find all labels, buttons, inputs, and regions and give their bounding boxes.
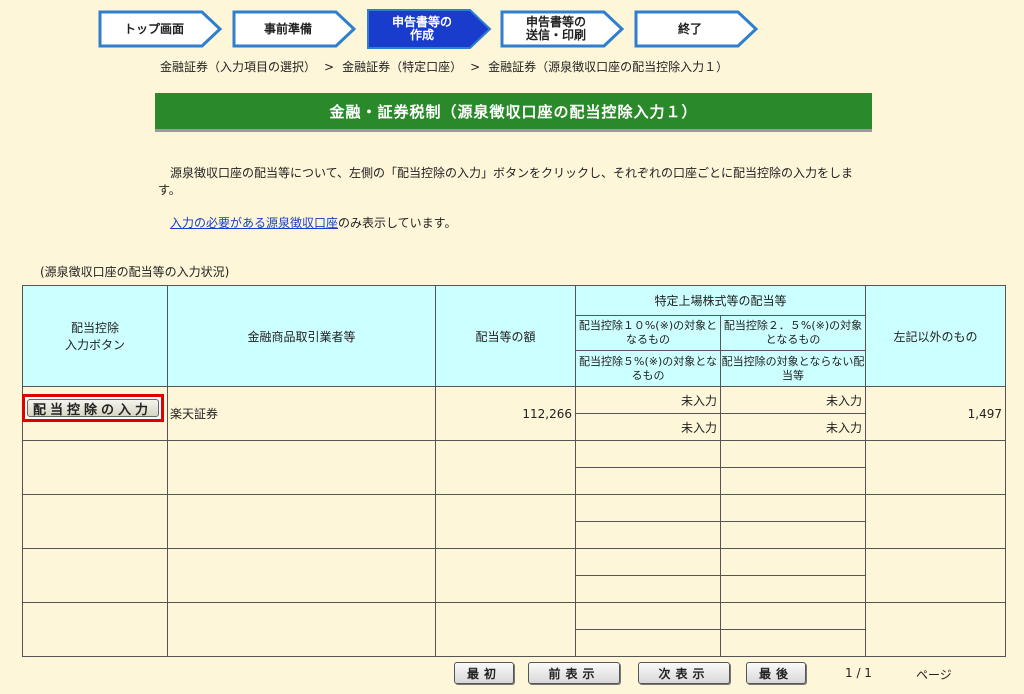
empty-cell [575,602,721,630]
empty-cell [719,629,867,657]
instruction-text: 源泉徴収口座の配当等について、左側の「配当控除の入力」ボタンをクリックし、それぞ… [158,166,854,197]
empty-cell [719,575,867,603]
breadcrumb-separator: > [470,60,481,74]
step-top[interactable]: トップ画面 [98,8,224,50]
empty-cell [22,440,168,495]
empty-cell [719,467,867,495]
prev-page-button[interactable]: 前表示 [528,662,620,684]
filter-note-text: のみ表示しています。 [338,216,457,230]
sub-10pct-cell: 未入力 [575,386,721,414]
button-label: 配当控除の入力 [26,399,159,418]
empty-cell [435,494,576,549]
sub-5pct-cell: 未入力 [575,413,721,441]
table-row: 配当控除の入力 楽天証券 112,266 未入力 未入力 1,497 [21,386,1007,441]
empty-cell [719,521,867,549]
header-specific-group: 特定上場株式等の配当等 [574,285,867,316]
step-label: トップ画面 [123,21,184,36]
header-other-col: 左記以外のもの [865,285,1007,387]
empty-cell [575,521,721,549]
table-row [22,494,1007,549]
header-amount-col: 配当等の額 [435,285,576,387]
empty-cell [575,494,721,522]
breadcrumb-item: 金融証券（入力項目の選択） [160,60,317,74]
button-cell: 配当控除の入力 [21,386,168,441]
empty-cell [865,602,1007,657]
page-title: 金融・証券税制（源泉徴収口座の配当控除入力１） [155,93,872,132]
table-row [22,440,1007,495]
empty-cell [435,602,576,657]
empty-cell [22,494,168,549]
breadcrumb-item-current: 金融証券（源泉徴収口座の配当控除入力１） [488,60,729,74]
breadcrumb-item: 金融証券（特定口座） [342,60,463,74]
header-sub-5pct: 配当控除５%(※)の対象となるもの [575,350,721,387]
step-label: 事前準備 [263,21,312,36]
empty-cell [167,548,436,603]
other-cell: 1,497 [865,386,1007,441]
empty-cell [865,494,1007,549]
empty-cell [865,548,1007,603]
step-navigation: トップ画面 事前準備 申告書等の 作成 申告書等の 送信・印刷 終了 [98,8,768,50]
page-unit-label: ページ [916,668,952,682]
table-row [22,548,1007,603]
empty-cell [435,548,576,603]
empty-cell [719,440,867,468]
empty-cell [22,548,168,603]
filter-note: 入力の必要がある源泉徴収口座のみ表示しています。 [170,214,456,231]
empty-cell [435,440,576,495]
step-label: 終了 [677,21,702,36]
empty-cell [575,467,721,495]
step-label: 申告書等の 送信・印刷 [525,15,586,42]
empty-cell [719,494,867,522]
header-sub-2-5pct: 配当控除２．５%(※)の対象となるもの [719,314,867,352]
broker-cell: 楽天証券 [167,386,436,441]
step-end[interactable]: 終了 [634,8,760,50]
page-indicator: 1 / 1 [845,666,872,680]
amount-cell: 112,266 [435,386,576,441]
header-sub-none: 配当控除の対象とならない配当等 [719,350,867,387]
last-page-button[interactable]: 最後 [746,662,806,684]
empty-cell [575,629,721,657]
first-page-button[interactable]: 最初 [454,662,514,684]
dividend-status-table: 配当控除 入力ボタン 金融商品取引業者等 配当等の額 特定上場株式等の配当等 左… [21,285,1007,657]
empty-cell [719,548,867,576]
empty-cell [22,602,168,657]
sub-2-5pct-cell: 未入力 [719,386,867,414]
empty-cell [167,602,436,657]
header-button-col: 配当控除 入力ボタン [22,285,168,387]
empty-cell [719,602,867,630]
step-create[interactable]: 申告書等の 作成 [366,8,492,50]
empty-cell [167,494,436,549]
breadcrumb: 金融証券（入力項目の選択） > 金融証券（特定口座） > 金融証券（源泉徴収口座の配当控… [160,58,728,75]
empty-cell [575,440,721,468]
empty-cell [167,440,436,495]
table-caption: (源泉徴収口座の配当等の入力状況) [40,265,230,279]
dividend-deduction-input-button[interactable]: 配当控除の入力 [21,394,164,422]
table-row [22,602,1007,657]
empty-cell [575,575,721,603]
step-send-print[interactable]: 申告書等の 送信・印刷 [500,8,626,50]
next-page-button[interactable]: 次表示 [638,662,730,684]
required-accounts-link[interactable]: 入力の必要がある源泉徴収口座 [170,216,338,230]
header-sub-10pct: 配当控除１０%(※)の対象となるもの [575,314,721,352]
breadcrumb-separator: > [324,60,335,74]
empty-cell [575,548,721,576]
step-prep[interactable]: 事前準備 [232,8,358,50]
header-broker-col: 金融商品取引業者等 [167,285,436,387]
sub-none-cell: 未入力 [719,413,867,441]
empty-cell [865,440,1007,495]
step-label: 申告書等の 作成 [391,15,452,42]
